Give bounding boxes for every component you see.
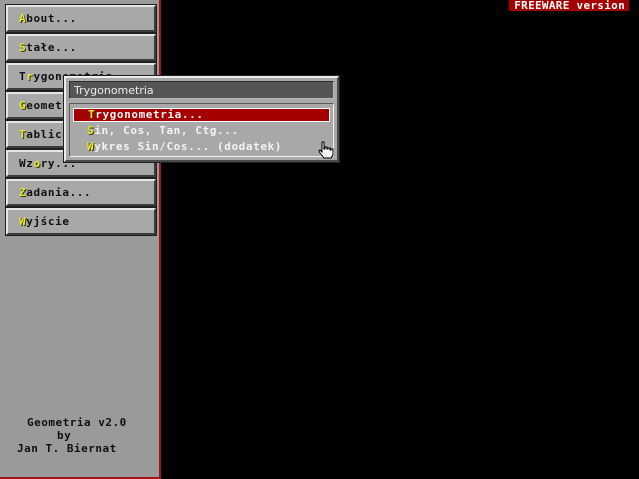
- dialog-title: Trygonometria: [69, 81, 334, 99]
- hotkey-letter: W: [19, 215, 27, 228]
- credits: Geometria v2.0 by Jan T. Biernat: [0, 416, 159, 455]
- option-trygonometria[interactable]: Trygonometria...: [73, 108, 330, 122]
- hand-pointer-icon: [318, 141, 334, 159]
- freeware-badge: FREEWARE version: [509, 0, 629, 11]
- menu-button-label-prefix: Wz: [19, 157, 34, 170]
- trygonometria-dialog: Trygonometria Trygonometria... Sin, Cos,…: [63, 75, 340, 163]
- sidebar-panel: About... Stałe... Trygonometria Geometri…: [0, 0, 161, 479]
- menu-button-label: yjście: [26, 215, 70, 228]
- hotkey-letter: S: [19, 41, 27, 54]
- option-sin-cos-tan-ctg[interactable]: Sin, Cos, Tan, Ctg...: [73, 124, 330, 138]
- hotkey-letter: o: [33, 157, 41, 170]
- menu-button-label: tałe...: [26, 41, 77, 54]
- option-wykres-sin-cos[interactable]: Wykres Sin/Cos... (dodatek): [73, 140, 330, 154]
- credits-by: by: [57, 429, 72, 442]
- hotkey-letter: Z: [19, 186, 27, 199]
- menu-button-stale[interactable]: Stałe...: [5, 33, 157, 62]
- hotkey-letter: G: [19, 99, 27, 112]
- menu-button-about[interactable]: About...: [5, 4, 157, 33]
- menu-button-wyjscie[interactable]: Wyjście: [5, 207, 157, 236]
- credits-author: Jan T. Biernat: [17, 442, 117, 455]
- option-label: in, Cos, Tan, Ctg...: [94, 124, 239, 137]
- hotkey-letter: T: [19, 128, 27, 141]
- menu-button-zadania[interactable]: Zadania...: [5, 178, 157, 207]
- menu-button-label: adania...: [26, 186, 92, 199]
- option-label: ykres Sin/Cos... (dodatek): [94, 140, 283, 153]
- hotkey-letter: r: [26, 70, 34, 83]
- option-label: rygonometria...: [95, 108, 204, 121]
- dialog-options-panel: Trygonometria... Sin, Cos, Tan, Ctg... W…: [69, 103, 334, 157]
- credits-app-name: Geometria v2.0: [27, 416, 127, 429]
- menu-button-label: bout...: [26, 12, 77, 25]
- hotkey-letter: A: [19, 12, 27, 25]
- menu-button-label-prefix: T: [19, 70, 27, 83]
